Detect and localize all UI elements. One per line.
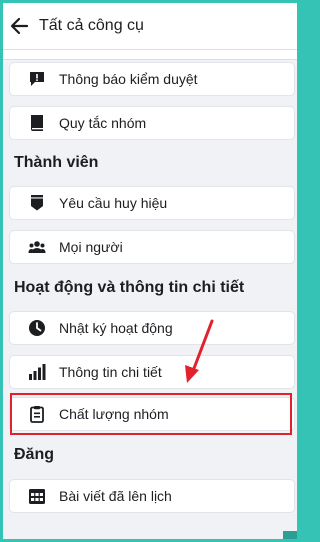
phone-screen: Tất cả công cụ Thông báo kiểm duyệt Quy … [3,3,297,539]
menu-item-group-quality[interactable]: Chất lượng nhóm [10,398,294,430]
menu-item-insights[interactable]: Thông tin chi tiết [10,356,294,388]
menu-item-group-rules[interactable]: Quy tắc nhóm [10,107,294,139]
badge-icon [31,195,43,211]
section-heading-members: Thành viên [14,154,99,171]
menu-item-badge-requests[interactable]: Yêu cầu huy hiệu [10,187,294,219]
section-heading-activity-insights: Hoạt động và thông tin chi tiết [14,279,245,296]
menu-item-moderation-alerts[interactable]: Thông báo kiểm duyệt [10,63,294,95]
clock-icon [29,320,45,336]
menu-item-label: Chất lượng nhóm [59,406,169,422]
menu-item-activity-log[interactable]: Nhật ký hoạt động [10,312,294,344]
speech-alert-icon [30,72,44,86]
menu-item-label: Quy tắc nhóm [59,115,147,131]
menu-item-label: Nhật ký hoạt động [59,320,173,336]
page-title: Tất cả công cụ [39,17,144,34]
corner-decoration [283,531,297,539]
clipboard-icon [30,406,44,423]
menu-item-label: Yêu cầu huy hiệu [59,195,168,211]
section-heading-post: Đăng [14,446,54,463]
menu-item-label: Mọi người [59,239,123,255]
menu-item-label: Thông báo kiểm duyệt [59,71,198,87]
menu-item-label: Thông tin chi tiết [59,364,162,380]
menu-item-label: Bài viết đã lên lịch [59,488,172,504]
bar-chart-icon [29,364,46,380]
menu-item-people[interactable]: Mọi người [10,231,294,263]
back-arrow-icon[interactable] [7,13,33,39]
top-bar: Tất cả công cụ [3,3,297,50]
book-icon [31,115,43,131]
calendar-grid-icon [29,489,45,504]
scrolled-card-edge [3,50,297,60]
people-icon [28,241,46,253]
menu-item-scheduled-posts[interactable]: Bài viết đã lên lịch [10,480,294,512]
